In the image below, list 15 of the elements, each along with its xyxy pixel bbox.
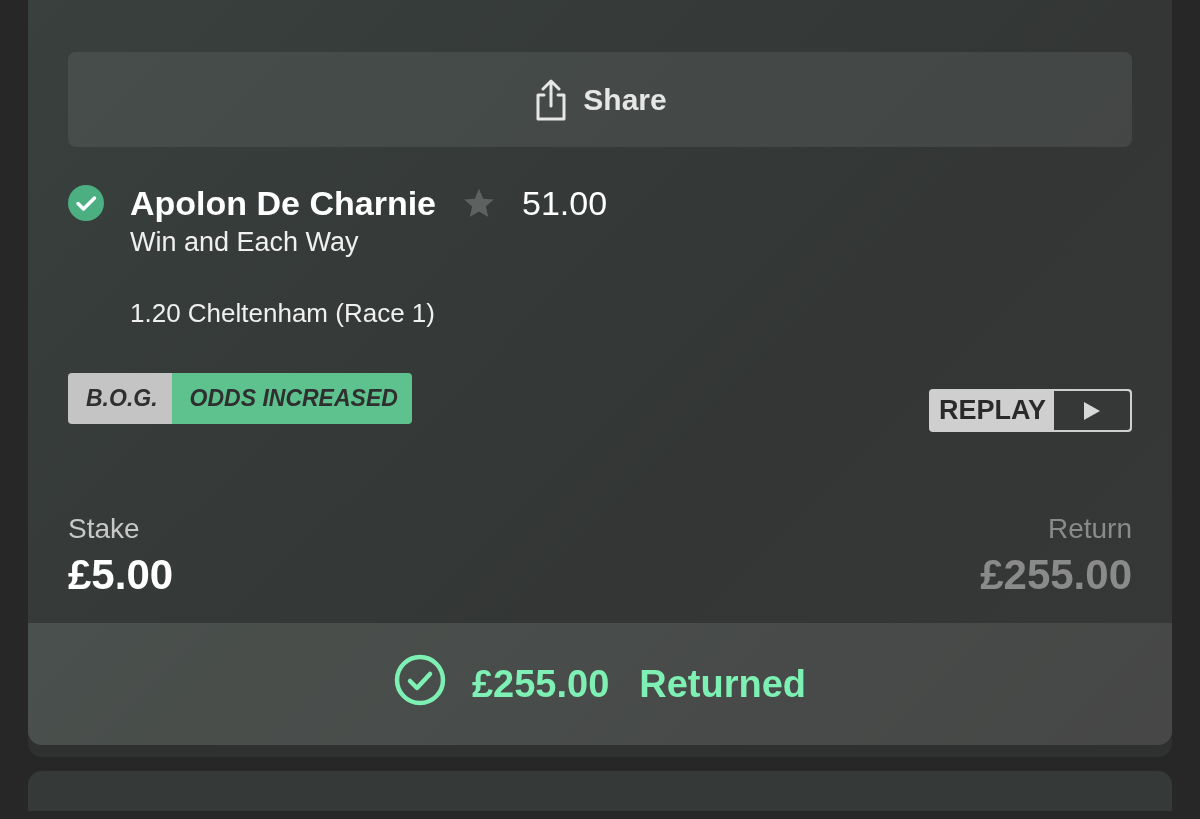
- stake-amount: £5.00: [68, 551, 174, 599]
- return-amount: £255.00: [980, 551, 1132, 599]
- market-name: Win and Each Way: [130, 227, 360, 258]
- share-button[interactable]: Share: [68, 52, 1132, 147]
- badge: ODDS INCREASED: [171, 373, 412, 424]
- return-label: Return: [1046, 513, 1132, 545]
- play-icon: [1083, 400, 1101, 421]
- event-name: 1.20 Cheltenham (Race 1): [130, 298, 436, 329]
- returned-label: Returned: [639, 662, 807, 706]
- returned-amount: £255.00: [471, 662, 610, 706]
- stake-label: Stake: [68, 513, 141, 545]
- selection-name: Apolon De Charnie: [130, 183, 437, 223]
- badge: B.O.G.: [68, 373, 172, 424]
- replay-button[interactable]: REPLAY: [928, 389, 1132, 432]
- odds: 51.00: [522, 183, 608, 223]
